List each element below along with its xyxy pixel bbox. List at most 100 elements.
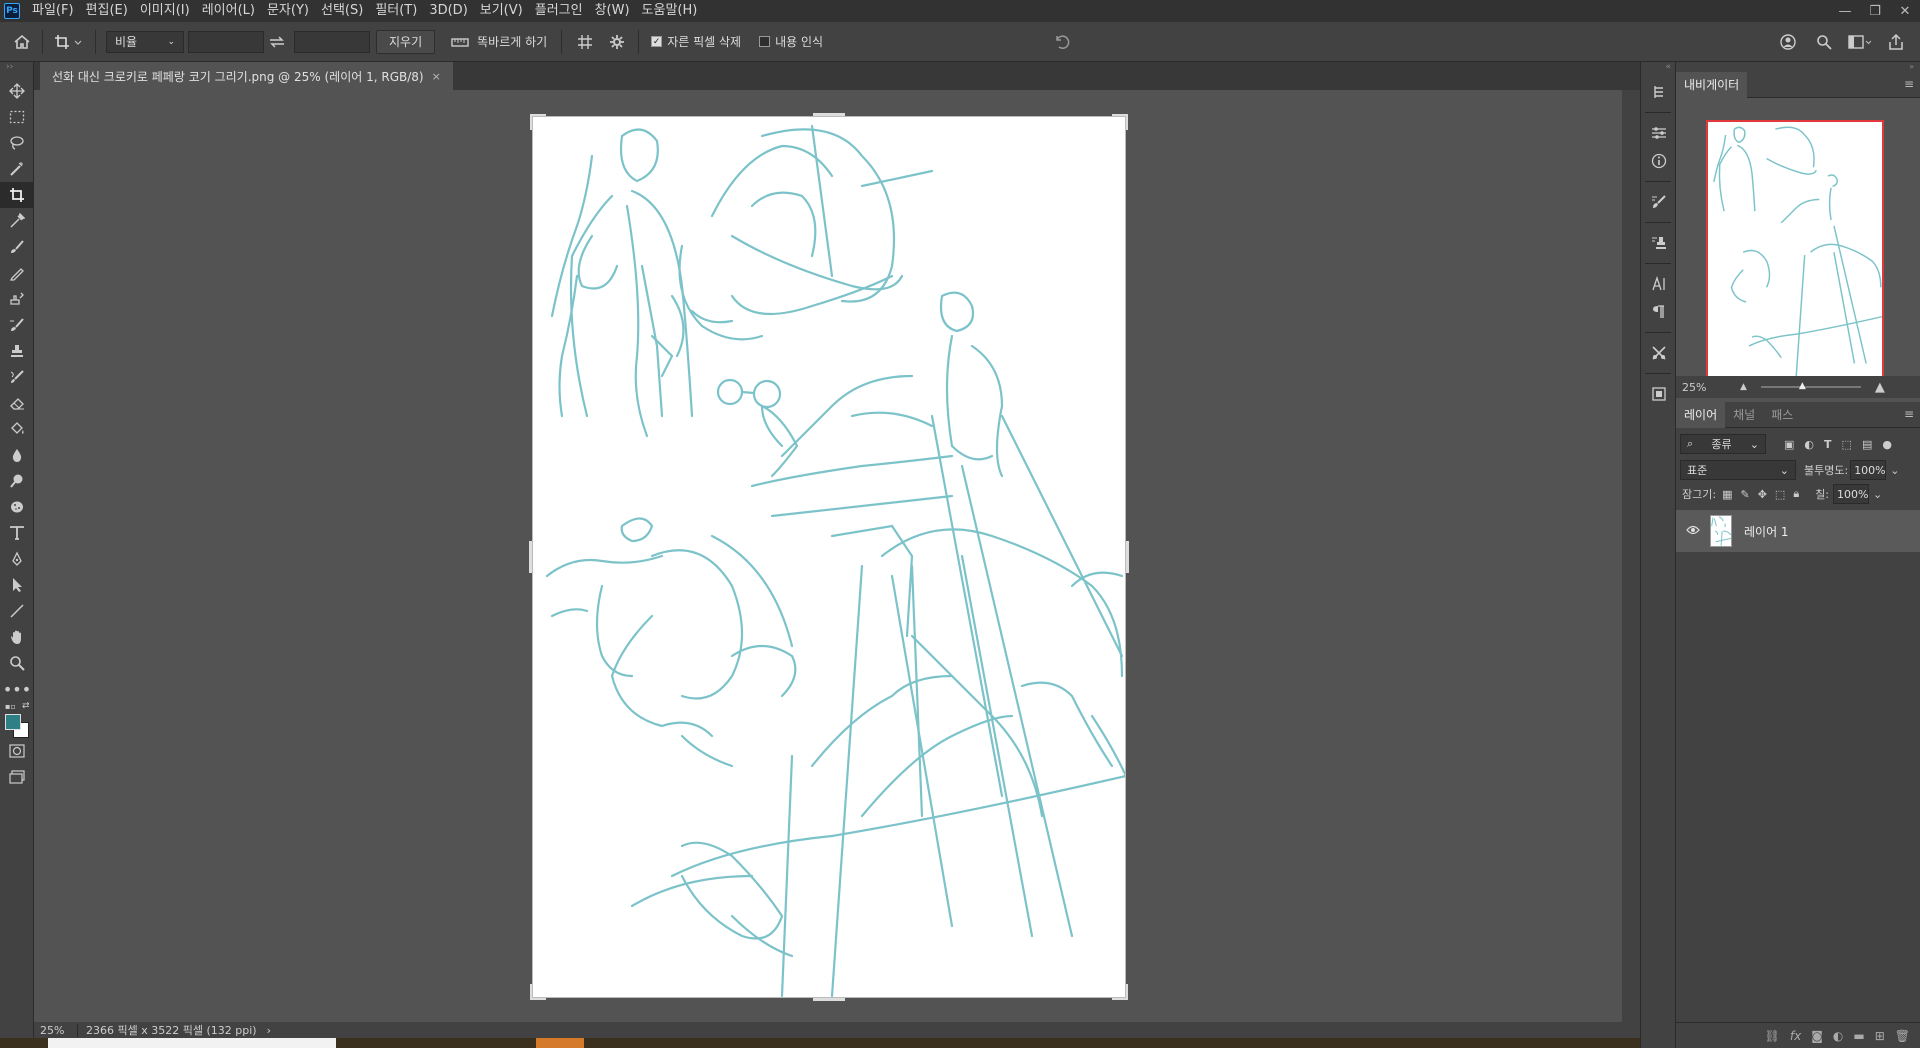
menu-item-4[interactable]: 문자(Y) [261, 0, 315, 22]
default-colors-icon[interactable]: ▪▫ [5, 702, 16, 711]
share-icon[interactable] [1882, 28, 1910, 56]
add-mask-icon[interactable]: ◙ [1811, 1029, 1823, 1043]
sponge-tool-icon[interactable] [0, 494, 34, 520]
chevron-down-icon[interactable]: ⌄ [1890, 464, 1899, 477]
type-filter-icon[interactable]: T [1824, 438, 1832, 451]
menu-item-10[interactable]: 창(W) [589, 0, 636, 22]
move-tool-icon[interactable] [0, 78, 34, 104]
libraries-panel-icon[interactable] [1641, 380, 1677, 408]
account-icon[interactable] [1774, 28, 1802, 56]
crop-tool-icon[interactable] [0, 182, 34, 208]
info-panel-icon[interactable] [1641, 147, 1677, 175]
crop-tool-preset-icon[interactable] [49, 28, 89, 56]
zoom-tool-icon[interactable] [0, 650, 34, 676]
path-selection-tool-icon[interactable] [0, 572, 34, 598]
more-tools-icon[interactable]: ••• [0, 676, 34, 702]
collapse-toolbar-icon[interactable]: ›› [0, 62, 33, 78]
tab-layers[interactable]: 레이어 [1676, 401, 1726, 428]
character-panel-icon[interactable] [1641, 270, 1677, 298]
document-tab[interactable]: 선화 대신 크로키로 페페랑 코기 그리기.png @ 25% (레이어 1, … [40, 62, 453, 90]
paint-bucket-tool-icon[interactable] [0, 416, 34, 442]
layer-filter-select[interactable]: ⌕ 종류 ⌄ [1680, 434, 1766, 454]
new-group-icon[interactable]: ▬ [1853, 1029, 1864, 1043]
content-aware-toggle[interactable]: 내용 인식 [759, 33, 823, 50]
delete-layer-icon[interactable]: 🗑︎ [1895, 1029, 1910, 1043]
lock-artboard-icon[interactable]: ⬚ [1775, 488, 1785, 501]
visibility-eye-icon[interactable] [1686, 524, 1702, 539]
adjustment-filter-icon[interactable]: ◐ [1804, 438, 1814, 451]
blur-tool-icon[interactable] [0, 442, 34, 468]
menu-item-11[interactable]: 도움말(H) [636, 0, 704, 22]
minimize-button[interactable]: — [1830, 0, 1860, 22]
quick-mask-icon[interactable] [0, 738, 34, 764]
straighten-icon[interactable] [443, 28, 477, 56]
search-icon[interactable] [1810, 28, 1838, 56]
menu-item-5[interactable]: 선택(S) [315, 0, 369, 22]
close-document-icon[interactable]: × [432, 70, 441, 83]
chevron-down-icon[interactable]: ⌄ [1873, 488, 1882, 501]
pixel-filter-icon[interactable]: ▣ [1784, 438, 1794, 451]
pencil-tool-icon[interactable] [0, 260, 34, 286]
clone-source-icon[interactable] [1641, 229, 1677, 257]
workspace-icon[interactable] [1846, 28, 1874, 56]
lasso-tool-icon[interactable] [0, 130, 34, 156]
opacity-input[interactable]: 100% [1850, 460, 1887, 480]
shape-filter-icon[interactable]: ⬚ [1842, 438, 1852, 451]
navigator-thumbnail[interactable] [1706, 120, 1884, 385]
status-menu-arrow[interactable]: › [257, 1024, 271, 1037]
tab-navigator[interactable]: 내비게이터 [1676, 71, 1748, 98]
layers-panel-menu-icon[interactable]: ≡ [1904, 407, 1914, 421]
tool-presets-icon[interactable] [1641, 339, 1677, 367]
lock-transparent-icon[interactable]: ▦ [1722, 488, 1732, 501]
eyedropper-tool-icon[interactable] [0, 208, 34, 234]
collapse-panels-icon[interactable]: » [1676, 62, 1920, 72]
line-tool-icon[interactable] [0, 598, 34, 624]
clone-stamp-tool-icon[interactable] [0, 286, 34, 312]
collapse-strip-icon[interactable]: « [1641, 62, 1675, 78]
menu-item-7[interactable]: 3D(D) [423, 0, 473, 22]
layer-style-icon[interactable]: fx [1790, 1029, 1801, 1043]
history-brush-tool-icon[interactable] [0, 312, 34, 338]
vertical-scrollbar[interactable] [1622, 90, 1640, 1022]
restore-button[interactable]: ❐ [1860, 0, 1890, 22]
gear-icon[interactable] [602, 28, 632, 56]
adjustments-panel-icon[interactable] [1641, 119, 1677, 147]
close-window-button[interactable]: ✕ [1890, 0, 1920, 22]
lock-position-icon[interactable]: ✥ [1758, 488, 1767, 501]
screen-mode-icon[interactable] [0, 764, 34, 790]
zoom-out-icon[interactable]: ▲ [1740, 382, 1747, 392]
fill-input[interactable]: 100% [1833, 484, 1870, 504]
layer-row[interactable]: 레이어 1 [1676, 510, 1920, 552]
paragraph-panel-icon[interactable] [1641, 298, 1677, 326]
clear-button[interactable]: 지우기 [376, 29, 436, 54]
straighten-label[interactable]: 똑바르게 하기 [477, 33, 547, 50]
menu-item-8[interactable]: 보기(V) [474, 0, 529, 22]
link-layers-icon[interactable]: ⛓ [1765, 1029, 1780, 1043]
content-aware-checkbox[interactable] [759, 36, 771, 47]
reset-icon[interactable] [1048, 28, 1076, 56]
tab-channels[interactable]: 채널 [1725, 402, 1763, 428]
document-canvas[interactable] [529, 113, 1129, 1001]
lock-image-icon[interactable]: ✎ [1740, 488, 1749, 501]
grid-overlay-icon[interactable] [568, 28, 602, 56]
menu-item-6[interactable]: 필터(T) [369, 0, 423, 22]
magic-wand-tool-icon[interactable] [0, 156, 34, 182]
menu-item-0[interactable]: 파일(F) [26, 0, 80, 22]
ratio-select[interactable]: 비율 ⌄ [106, 30, 184, 53]
zoom-level[interactable]: 25% [34, 1023, 78, 1037]
brush-tool-icon[interactable] [0, 234, 34, 260]
tab-paths[interactable]: 패스 [1763, 402, 1801, 428]
zoom-in-icon[interactable]: ▲ [1875, 380, 1885, 395]
navigator-zoom-value[interactable]: 25% [1676, 381, 1726, 394]
menu-item-3[interactable]: 레이어(L) [196, 0, 261, 22]
swap-icon[interactable] [264, 28, 290, 56]
dodge-tool-icon[interactable] [0, 468, 34, 494]
brush-settings-icon[interactable] [1641, 188, 1677, 216]
lock-all-icon[interactable]: 🔒︎ [1793, 487, 1799, 501]
layer-name[interactable]: 레이어 1 [1744, 523, 1789, 540]
zoom-slider-thumb[interactable]: ▲ [1799, 381, 1806, 391]
hand-tool-icon[interactable] [0, 624, 34, 650]
stamp-tool-icon[interactable] [0, 338, 34, 364]
delete-cropped-pixels-toggle[interactable]: ✓ 자른 픽셀 삭제 [651, 33, 741, 50]
marquee-tool-icon[interactable] [0, 104, 34, 130]
